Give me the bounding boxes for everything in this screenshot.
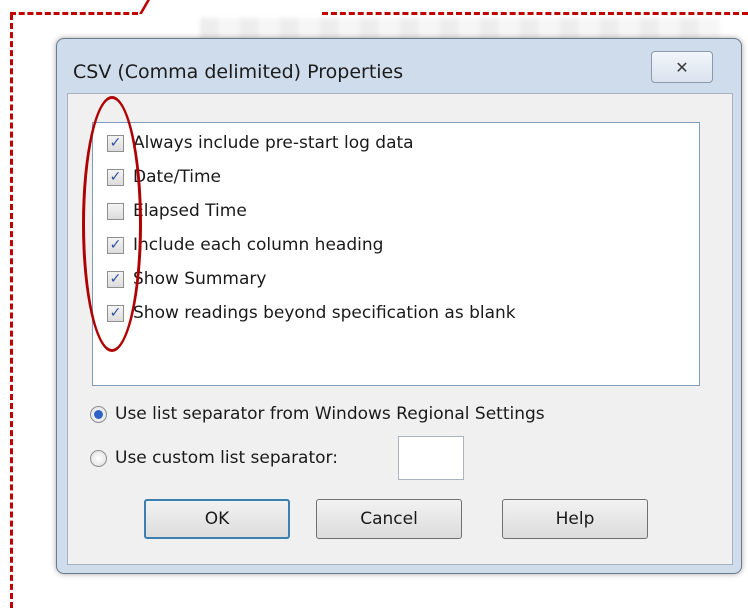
radio-windows-separator[interactable]: Use list separator from Windows Regional… xyxy=(90,400,545,428)
custom-separator-input[interactable] xyxy=(398,436,464,480)
radio-selected-icon[interactable] xyxy=(90,405,107,423)
annotation-frame-left xyxy=(10,14,13,608)
ok-button[interactable]: OK xyxy=(144,499,290,539)
dialog-client-area: ✓ Always include pre-start log data ✓ Da… xyxy=(67,93,733,565)
option-label: Elapsed Time xyxy=(133,201,247,221)
option-always-include-pre-start[interactable]: ✓ Always include pre-start log data xyxy=(107,129,414,157)
help-button[interactable]: Help xyxy=(502,499,648,539)
annotation-frame-top-right xyxy=(322,12,748,15)
option-label: Include each column heading xyxy=(133,235,384,255)
option-label: Show readings beyond specification as bl… xyxy=(133,303,516,323)
radio-label: Use custom list separator: xyxy=(115,448,338,468)
option-label: Always include pre-start log data xyxy=(133,133,414,153)
options-list: ✓ Always include pre-start log data ✓ Da… xyxy=(92,122,700,386)
radio-custom-separator[interactable]: Use custom list separator: xyxy=(90,444,338,472)
annotation-frame-tick xyxy=(128,0,151,14)
properties-dialog: CSV (Comma delimited) Properties ✕ ✓ Alw… xyxy=(56,38,742,574)
dialog-title: CSV (Comma delimited) Properties xyxy=(73,61,404,83)
cancel-button[interactable]: Cancel xyxy=(316,499,462,539)
option-label: Show Summary xyxy=(133,269,267,289)
option-label: Date/Time xyxy=(133,167,221,187)
close-button[interactable]: ✕ xyxy=(651,51,713,83)
radio-label: Use list separator from Windows Regional… xyxy=(115,404,545,424)
annotation-ellipse xyxy=(82,96,142,352)
radio-unselected-icon[interactable] xyxy=(90,449,107,467)
option-include-column-heading[interactable]: ✓ Include each column heading xyxy=(107,231,383,259)
close-icon: ✕ xyxy=(675,57,689,77)
option-show-readings-blank[interactable]: ✓ Show readings beyond specification as … xyxy=(107,299,516,327)
annotation-frame-top-left xyxy=(10,12,138,15)
